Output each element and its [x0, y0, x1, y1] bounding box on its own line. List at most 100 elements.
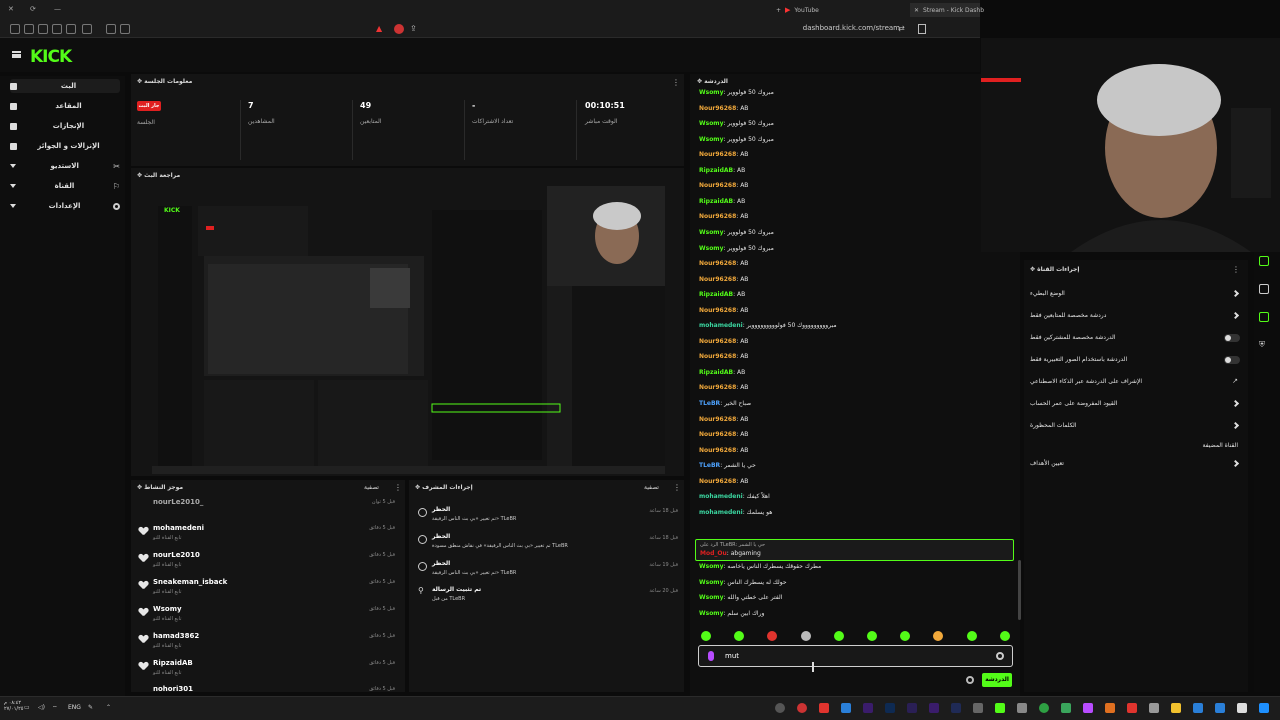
more-options-icon[interactable]: ⋮	[394, 483, 402, 492]
follower-name[interactable]: mohamedeni	[153, 524, 204, 532]
settings-gear-icon[interactable]	[1149, 703, 1159, 713]
tab-youtube[interactable]: + ▶ YouTube	[776, 3, 819, 17]
chat-username[interactable]: Wsomy	[699, 136, 723, 143]
kick-logo[interactable]: KICK	[30, 47, 72, 67]
obs-icon[interactable]	[797, 703, 807, 713]
emote-icon[interactable]	[834, 631, 844, 641]
sidebar-item-settings[interactable]: الإعدادات	[10, 199, 120, 213]
chat-username[interactable]: mohamedeni	[699, 493, 743, 500]
sidebar-item-stream[interactable]: البث	[10, 79, 120, 93]
follower-name[interactable]: RipzaidAB	[153, 659, 193, 667]
chat-scrollbar[interactable]	[1018, 560, 1021, 620]
panel-icon[interactable]	[66, 24, 76, 34]
share-icon[interactable]: ⇪	[410, 24, 417, 33]
notification-icon[interactable]: ▭	[24, 704, 30, 711]
after-effects-icon[interactable]	[907, 703, 917, 713]
edge-icon[interactable]	[1193, 703, 1203, 713]
app-icon[interactable]	[1127, 703, 1137, 713]
photoshop-icon[interactable]	[885, 703, 895, 713]
follower-name[interactable]: nourLe2010	[153, 551, 200, 559]
chat-username[interactable]: Wsomy	[699, 245, 723, 252]
layout-icon[interactable]	[106, 24, 116, 34]
reload-icon[interactable]: ⟳	[30, 5, 36, 13]
chat-username[interactable]: mohamedeni	[699, 509, 743, 516]
set-goals-row[interactable]: تعيين الأهداف	[1030, 458, 1242, 472]
chat-username[interactable]: mohamedeni	[699, 322, 743, 329]
app-icon[interactable]	[1017, 703, 1027, 713]
slow-mode-row[interactable]: الوضع البطيء	[1030, 288, 1242, 302]
hamburger-menu-icon[interactable]	[12, 51, 21, 58]
kick-app-icon[interactable]	[995, 703, 1005, 713]
sidebar-item-drops[interactable]: الإنزالات و الجوائز	[10, 139, 120, 153]
windows-start-icon[interactable]	[1259, 703, 1269, 713]
microphone-icon[interactable]	[708, 651, 714, 661]
followers-only-row[interactable]: دردشة مخصصة للمتابعين فقط	[1030, 310, 1242, 324]
follower-name[interactable]: Wsomy	[153, 605, 182, 613]
chat-username[interactable]: Nour96268	[699, 338, 736, 345]
audition-icon[interactable]	[951, 703, 961, 713]
app-icon[interactable]	[973, 703, 983, 713]
chat-username[interactable]: Nour96268	[699, 260, 736, 267]
banned-words-row[interactable]: الكلمات المحظورة	[1030, 420, 1242, 434]
more-options-icon[interactable]: ⋮	[672, 78, 680, 87]
gear-icon[interactable]	[966, 676, 974, 684]
premiere-icon[interactable]	[863, 703, 873, 713]
chat-username[interactable]: Wsomy	[699, 579, 723, 586]
app-icon[interactable]	[1105, 703, 1115, 713]
server-icon[interactable]	[1259, 284, 1269, 294]
sidebar-item-seats[interactable]: المقاعد	[10, 99, 120, 113]
chat-username[interactable]: Wsomy	[699, 610, 723, 617]
send-chat-button[interactable]: الدردشة	[982, 673, 1012, 687]
chat-username[interactable]: Nour96268	[699, 213, 736, 220]
alert-icon[interactable]: ▲	[376, 24, 382, 33]
drag-handle-icon[interactable]: ✥	[137, 484, 142, 491]
drag-handle-icon[interactable]: ✥	[697, 78, 702, 85]
emote-icon[interactable]	[734, 631, 744, 641]
emote-icon[interactable]	[867, 631, 877, 641]
brave-icon[interactable]	[819, 703, 829, 713]
emote-icon[interactable]	[701, 631, 711, 641]
search-icon[interactable]	[1237, 703, 1247, 713]
app-icon[interactable]	[1061, 703, 1071, 713]
app-icon[interactable]	[1083, 703, 1093, 713]
settings-sliders-icon[interactable]: ⇄	[898, 24, 905, 33]
chat-username[interactable]: Wsomy	[699, 120, 723, 127]
emoji-icon[interactable]	[996, 652, 1004, 660]
chat-username[interactable]: Nour96268	[699, 276, 736, 283]
chat-username[interactable]: RipzaidAB	[699, 167, 733, 174]
chat-input[interactable]: mut	[698, 645, 1013, 667]
volume-icon[interactable]: ◁)	[38, 704, 45, 711]
wrench-icon[interactable]	[1259, 312, 1269, 322]
sidebar-icon[interactable]	[52, 24, 62, 34]
chat-username[interactable]: Nour96268	[699, 105, 736, 112]
chat-username[interactable]: RipzaidAB	[699, 291, 733, 298]
wifi-icon[interactable]: ⌔	[52, 704, 58, 712]
drag-handle-icon[interactable]: ✥	[137, 172, 142, 179]
chat-username[interactable]: Wsomy	[699, 594, 723, 601]
chevron-up-icon[interactable]: ⌃	[106, 704, 111, 711]
broadcast-icon[interactable]	[1259, 256, 1269, 266]
bookmark-icon[interactable]	[918, 24, 926, 34]
reply-message[interactable]: الرد على TLeBR: حي يا الشمر Mod_Ou: abga…	[695, 539, 1014, 561]
follower-name[interactable]: Sneakeman_isback	[153, 578, 227, 586]
chat-username[interactable]: Nour96268	[699, 384, 736, 391]
chat-username[interactable]: Wsomy	[699, 229, 723, 236]
extensions-icon[interactable]	[120, 24, 130, 34]
more-options-icon[interactable]: ⋮	[1232, 265, 1240, 274]
emote-icon[interactable]	[967, 631, 977, 641]
account-age-row[interactable]: القيود المفروضة على عمر الحساب	[1030, 398, 1242, 412]
chat-username[interactable]: Nour96268	[699, 447, 736, 454]
chat-username[interactable]: RipzaidAB	[699, 369, 733, 376]
folder-icon[interactable]	[1171, 703, 1181, 713]
screenshot-icon[interactable]	[38, 24, 48, 34]
pen-icon[interactable]: ✎	[88, 704, 93, 711]
follower-name[interactable]: hamad3862	[153, 632, 199, 640]
app-icon[interactable]	[1215, 703, 1225, 713]
sidebar-item-channel[interactable]: القناة ⚐	[10, 179, 120, 193]
sidebar-item-studio[interactable]: الاستديو ✂	[10, 159, 120, 173]
chat-username[interactable]: Mod_Ou	[700, 550, 727, 557]
home-icon[interactable]	[24, 24, 34, 34]
emotes-only-toggle[interactable]	[1224, 356, 1240, 364]
chat-username[interactable]: Nour96268	[699, 416, 736, 423]
subscribers-only-toggle[interactable]	[1224, 334, 1240, 342]
